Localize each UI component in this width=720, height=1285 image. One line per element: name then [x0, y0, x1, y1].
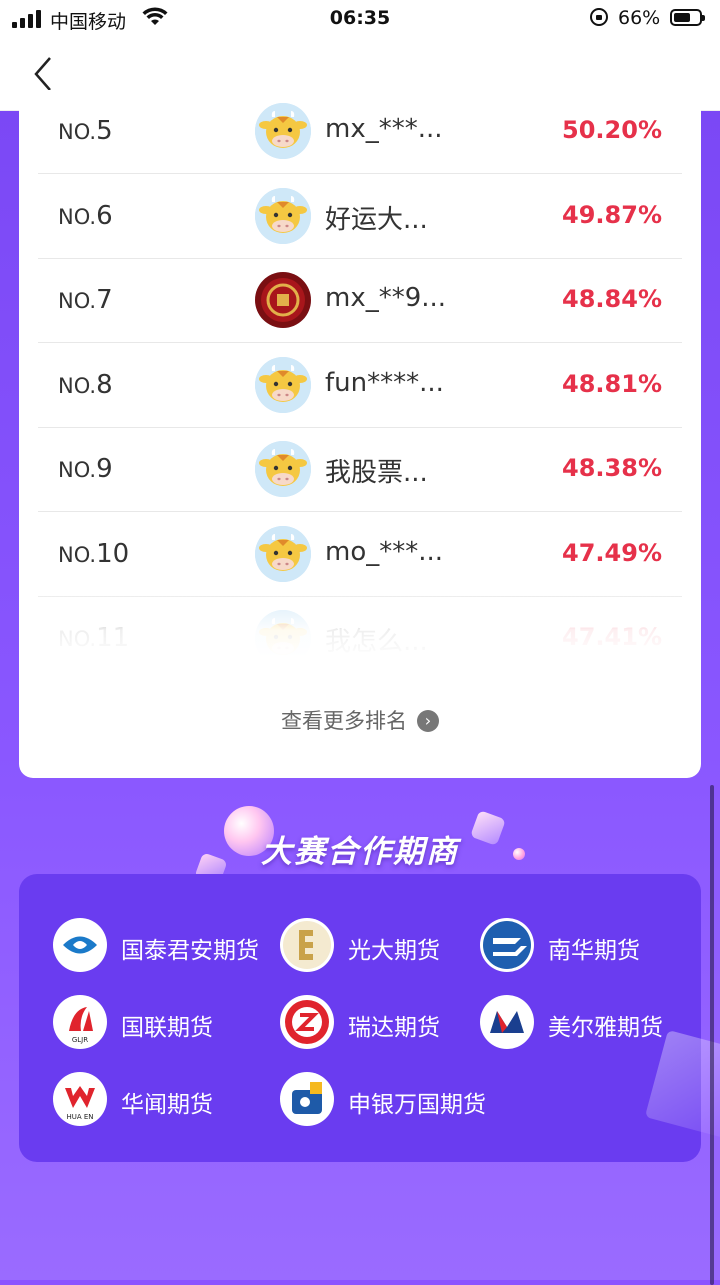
user-avatar — [255, 441, 311, 497]
return-percentage: 50.20% — [562, 116, 662, 144]
user-name: 我股票... — [325, 458, 428, 488]
list-fade-overlay — [19, 585, 701, 660]
user-avatar — [255, 356, 311, 413]
view-more-ranking-link[interactable]: 查看更多排名 › — [19, 705, 701, 735]
ranking-card: NO.5 mx_***... 50.20% NO.6 好运大... 49.87% NO.7 m… — [19, 90, 701, 778]
meierya-logo — [480, 995, 534, 1049]
user-name: mx_**9... — [325, 283, 447, 313]
ranking-row[interactable]: NO.9 我股票... 48.38% — [38, 428, 682, 512]
cow-avatar-icon — [255, 103, 311, 159]
rank-number: NO.7 — [58, 285, 113, 315]
partner-name: 国泰君安期货 — [121, 938, 259, 964]
shenyin-wanguo-logo — [280, 1072, 334, 1126]
ruida-logo — [280, 995, 334, 1049]
clock: 06:35 — [329, 7, 391, 29]
user-name: mx_***... — [325, 114, 443, 144]
rank-number: NO.10 — [58, 538, 130, 569]
partner-name: 申银万国期货 — [348, 1092, 486, 1118]
ranking-row[interactable]: NO.5 mx_***... 50.20% — [38, 90, 682, 174]
partner-name: 国联期货 — [121, 1015, 213, 1041]
logo-text: HUA EN — [66, 1113, 93, 1121]
return-percentage: 48.38% — [562, 454, 662, 482]
status-bar: 中国移动 06:35 66% — [0, 0, 720, 40]
user-name: mo_***... — [325, 536, 444, 567]
partner-name: 南华期货 — [548, 938, 640, 964]
battery-fill — [674, 13, 690, 22]
battery-icon — [670, 9, 705, 26]
nanhua-logo — [480, 918, 534, 972]
rank-number: NO.8 — [58, 369, 113, 400]
everbright-logo — [280, 918, 334, 972]
partners-section-title: 大赛合作期商 — [261, 834, 459, 870]
partner-name: 美尔雅期货 — [548, 1015, 663, 1041]
user-name: fun****... — [325, 367, 444, 398]
battery-percentage: 66% — [618, 7, 661, 29]
cow-avatar-icon — [255, 187, 311, 244]
cow-avatar-icon — [255, 356, 311, 413]
partner-name: 瑞达期货 — [348, 1015, 440, 1041]
guotai-junan-logo — [53, 918, 107, 972]
partner-name: 华闻期货 — [121, 1092, 213, 1118]
ranking-row[interactable]: NO.7 mx_**9... 48.84% — [38, 259, 682, 343]
chevron-right-circle-icon: › — [417, 710, 439, 732]
rotation-lock-icon — [590, 8, 608, 26]
return-percentage: 48.81% — [562, 369, 662, 398]
huawen-logo: HUA EN — [53, 1072, 107, 1126]
logo-text: GLJR — [72, 1036, 88, 1044]
rank-number: NO.5 — [58, 116, 113, 146]
partners-card: 国泰君安期货 光大期货 南华期货 GLJR 国联期货 瑞达期货 美尔雅期货 HUA EN 华闻期… — [19, 874, 701, 1162]
rank-number: NO.9 — [58, 454, 113, 484]
return-percentage: 47.49% — [562, 538, 662, 567]
return-percentage: 49.87% — [562, 200, 662, 229]
ranking-row[interactable]: NO.8 fun****... 48.81% — [38, 344, 682, 428]
user-avatar — [255, 272, 311, 328]
user-avatar — [255, 103, 311, 159]
ranking-list: NO.5 mx_***... 50.20% NO.6 好运大... 49.87% NO.7 m… — [19, 90, 701, 655]
festive-avatar-icon — [255, 272, 311, 328]
ranking-row[interactable]: NO.10 mo_***... 47.49% — [38, 513, 682, 597]
ranking-row[interactable]: NO.6 好运大... 49.87% — [38, 175, 682, 259]
partner-name: 光大期货 — [348, 938, 440, 964]
user-avatar — [255, 525, 311, 582]
guolian-logo: GLJR — [53, 995, 107, 1049]
cow-avatar-icon — [255, 525, 311, 582]
return-percentage: 48.84% — [562, 285, 662, 313]
user-name: 好运大... — [325, 204, 428, 235]
user-avatar — [255, 187, 311, 244]
cow-avatar-icon — [255, 441, 311, 497]
view-more-label: 查看更多排名 — [281, 709, 407, 733]
rank-number: NO.6 — [58, 200, 113, 231]
scrollbar[interactable] — [710, 785, 714, 1285]
